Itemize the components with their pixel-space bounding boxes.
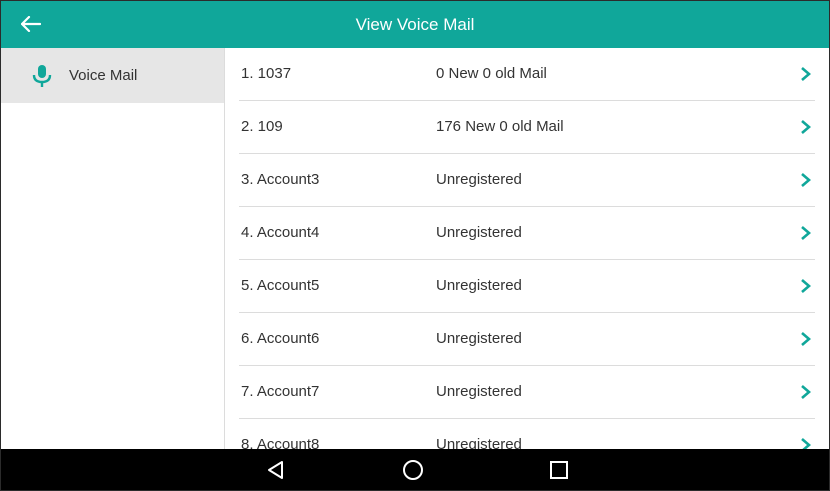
account-status: 0 New 0 old Mail [436,65,547,82]
home-circle-icon [403,460,423,480]
chevron-right-icon [801,332,811,346]
page-title: View Voice Mail [355,14,475,34]
account-name: 3. Account3 [241,171,320,188]
account-name: 5. Account5 [241,277,320,294]
sidebar-item-voice-mail[interactable]: Voice Mail [1,48,224,103]
system-nav-bar [1,449,829,490]
account-status: Unregistered [436,330,522,347]
account-name: 7. Account7 [241,383,320,400]
account-status: Unregistered [436,436,522,449]
account-status: Unregistered [436,383,522,400]
nav-back-button[interactable] [263,457,289,483]
account-name: 4. Account4 [241,224,320,241]
account-name: 8. Account8 [241,436,320,449]
account-status: Unregistered [436,224,522,241]
list-item[interactable]: 2. 109 176 New 0 old Mail [239,101,815,154]
title-bar: View Voice Mail [1,1,829,48]
list-item[interactable]: 4. Account4 Unregistered [239,207,815,260]
account-name: 1. 1037 [241,65,292,82]
chevron-right-icon [801,67,811,81]
list-item[interactable]: 8. Account8 Unregistered [239,419,815,449]
list-item[interactable]: 1. 1037 0 New 0 old Mail [239,48,815,101]
chevron-right-icon [801,438,811,449]
account-status: Unregistered [436,171,522,188]
account-name: 2. 109 [241,118,283,135]
chevron-right-icon [801,385,811,399]
sidebar: Voice Mail [1,48,225,449]
account-status: 176 New 0 old Mail [436,118,564,135]
list-item[interactable]: 6. Account6 Unregistered [239,313,815,366]
chevron-right-icon [801,226,811,240]
sidebar-item-label: Voice Mail [69,67,138,84]
chevron-right-icon [801,120,811,134]
account-status: Unregistered [436,277,522,294]
account-list: 1. 1037 0 New 0 old Mail 2. 109 176 New … [239,48,815,449]
list-item[interactable]: 7. Account7 Unregistered [239,366,815,419]
list-item[interactable]: 3. Account3 Unregistered [239,154,815,207]
screen: View Voice Mail Voice Mail 1. 1037 0 New… [0,0,830,491]
recents-square-icon [550,461,568,479]
nav-home-button[interactable] [400,457,426,483]
microphone-icon [32,64,52,87]
list-item[interactable]: 5. Account5 Unregistered [239,260,815,313]
back-triangle-icon [268,461,283,479]
chevron-right-icon [801,173,811,187]
chevron-right-icon [801,279,811,293]
account-name: 6. Account6 [241,330,320,347]
nav-recents-button[interactable] [546,457,572,483]
